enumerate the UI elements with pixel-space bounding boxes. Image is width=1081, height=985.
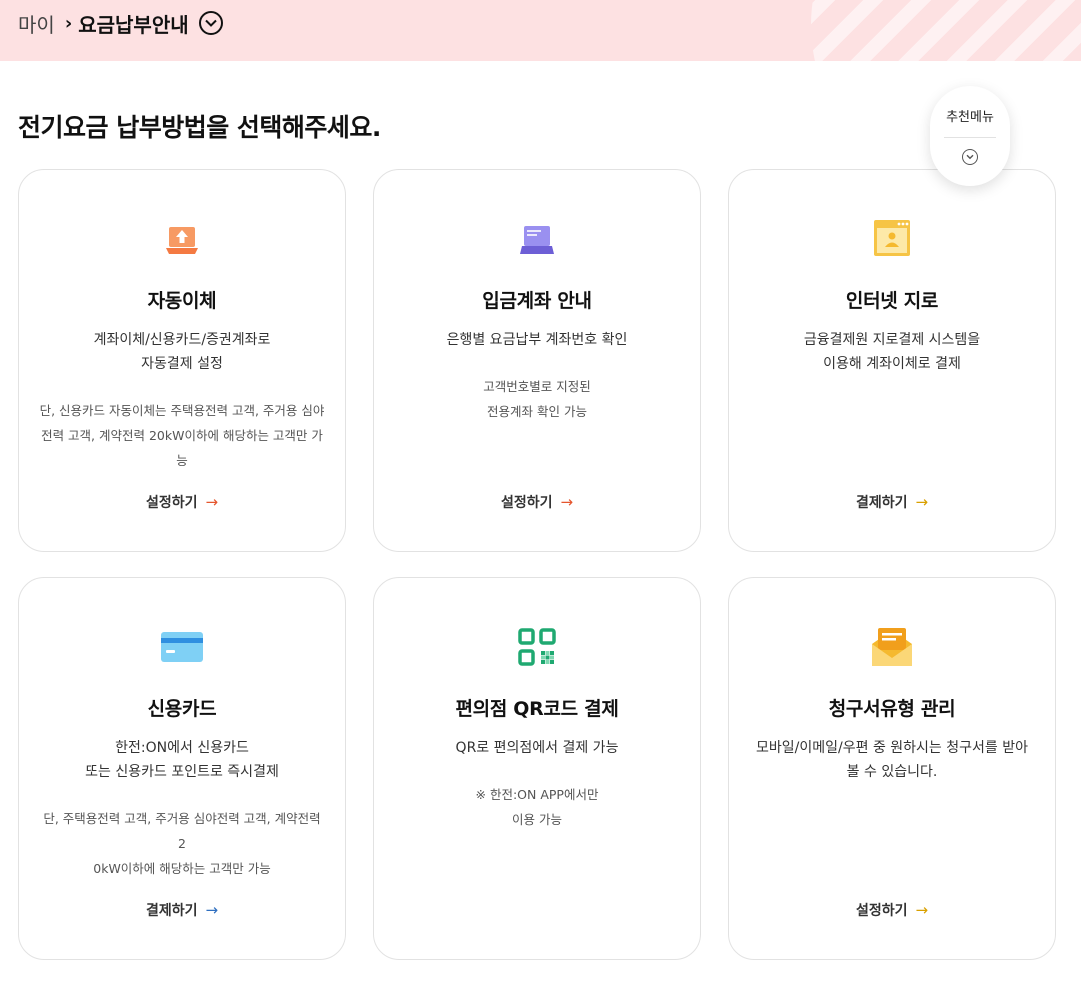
card-title: 신용카드 — [147, 698, 217, 720]
description-line: 볼 수 있습니다. — [846, 764, 938, 780]
description-line: 자동결제 설정 — [141, 356, 223, 372]
divider — [944, 137, 996, 138]
note-line: 능 — [176, 453, 188, 468]
note-line: ※ 한전:ON APP에서만 — [475, 787, 599, 802]
chevron-down-icon — [204, 19, 217, 27]
setup-link[interactable]: 설정하기 → — [374, 492, 700, 512]
arrow-right-icon: → — [205, 493, 219, 511]
card-title: 청구서유형 관리 — [828, 698, 956, 720]
payment-card-bill-type: 청구서유형 관리 모바일/이메일/우편 중 원하시는 청구서를 받아 볼 수 있… — [728, 577, 1056, 960]
card-description: 금융결제원 지로결제 시스템을 이용해 계좌이체로 결제 — [749, 328, 1035, 376]
breadcrumb-current: 요금납부안내 — [78, 12, 189, 37]
note-line: 단, 신용카드 자동이체는 주택용전력 고객, 주거용 심야 — [39, 403, 325, 418]
card-description: 모바일/이메일/우편 중 원하시는 청구서를 받아 볼 수 있습니다. — [749, 736, 1035, 784]
upload-laptop-icon — [19, 218, 345, 260]
card-description: QR로 편의점에서 결제 가능 — [394, 736, 680, 760]
description-line: 계좌이체/신용카드/증권계좌로 — [93, 332, 271, 348]
payment-card-auto-transfer: 자동이체 계좌이체/신용카드/증권계좌로 자동결제 설정 단, 신용카드 자동이… — [18, 169, 346, 552]
breadcrumb: 마이 › 요금납부안내 — [18, 8, 223, 38]
description-line: 또는 신용카드 포인트로 즉시결제 — [85, 764, 279, 780]
card-title: 편의점 QR코드 결제 — [455, 698, 619, 720]
mail-envelope-icon — [729, 626, 1055, 668]
card-note: ※ 한전:ON APP에서만 이용 가능 — [394, 782, 680, 832]
pay-link[interactable]: 결제하기 → — [19, 900, 345, 920]
payment-card-deposit-account: 입금계좌 안내 은행별 요금납부 계좌번호 확인 고객번호별로 지정된 전용계좌… — [373, 169, 701, 552]
card-description: 계좌이체/신용카드/증권계좌로 자동결제 설정 — [39, 328, 325, 376]
arrow-right-icon: → — [915, 901, 929, 919]
top-banner: 마이 › 요금납부안내 — [0, 0, 1081, 61]
action-label: 설정하기 — [145, 495, 198, 511]
payment-card-qr-convenience: 편의점 QR코드 결제 QR로 편의점에서 결제 가능 ※ 한전:ON APP에… — [373, 577, 701, 960]
description-line: 모바일/이메일/우편 중 원하시는 청구서를 받아 — [756, 740, 1028, 756]
card-title: 입금계좌 안내 — [482, 290, 592, 312]
card-description: 은행별 요금납부 계좌번호 확인 — [394, 328, 680, 352]
banner-decoration — [811, 0, 1081, 61]
qr-code-icon — [374, 626, 700, 668]
description-line: 이용해 계좌이체로 결제 — [823, 356, 961, 372]
note-line: 전력 고객, 계약전력 20kW이하에 해당하는 고객만 가 — [41, 428, 323, 443]
arrow-right-icon: → — [915, 493, 929, 511]
card-note: 단, 주택용전력 고객, 주거용 심야전력 고객, 계약전력 2 0kW이하에 … — [39, 806, 325, 881]
page-title: 전기요금 납부방법을 선택해주세요. — [18, 113, 381, 142]
payment-card-credit-card: 신용카드 한전:ON에서 신용카드 또는 신용카드 포인트로 즉시결제 단, 주… — [18, 577, 346, 960]
pay-link[interactable]: 결제하기 → — [729, 492, 1055, 512]
note-line: 0kW이하에 해당하는 고객만 가능 — [93, 861, 271, 876]
laptop-icon — [374, 218, 700, 260]
credit-card-icon — [19, 626, 345, 668]
description-line: 은행별 요금납부 계좌번호 확인 — [446, 332, 628, 348]
description-line: 금융결제원 지로결제 시스템을 — [803, 332, 981, 348]
description-line: QR로 편의점에서 결제 가능 — [455, 740, 619, 756]
card-description: 한전:ON에서 신용카드 또는 신용카드 포인트로 즉시결제 — [39, 736, 325, 784]
payment-card-internet-giro: 인터넷 지로 금융결제원 지로결제 시스템을 이용해 계좌이체로 결제 결제하기… — [728, 169, 1056, 552]
recommend-menu-label: 추천메뉴 — [946, 110, 994, 125]
setup-link[interactable]: 설정하기 → — [19, 492, 345, 512]
description-line: 한전:ON에서 신용카드 — [115, 740, 249, 756]
action-label: 결제하기 — [145, 903, 198, 919]
arrow-right-icon: → — [560, 493, 574, 511]
card-note: 고객번호별로 지정된 전용계좌 확인 가능 — [394, 374, 680, 424]
setup-link[interactable]: 설정하기 → — [729, 900, 1055, 920]
card-title: 자동이체 — [147, 290, 217, 312]
chevron-down-icon — [962, 149, 978, 165]
note-line: 단, 주택용전력 고객, 주거용 심야전력 고객, 계약전력 2 — [43, 811, 321, 851]
breadcrumb-dropdown-button[interactable] — [198, 11, 223, 35]
action-label: 결제하기 — [855, 495, 908, 511]
breadcrumb-home[interactable]: 마이 — [18, 9, 55, 38]
chevron-right-icon: › — [64, 12, 73, 34]
note-line: 이용 가능 — [512, 812, 562, 827]
note-line: 고객번호별로 지정된 — [483, 379, 591, 394]
note-line: 전용계좌 확인 가능 — [487, 404, 587, 419]
arrow-right-icon: → — [205, 901, 219, 919]
action-label: 설정하기 — [500, 495, 553, 511]
card-title: 인터넷 지로 — [845, 290, 939, 312]
web-document-icon — [729, 218, 1055, 260]
action-label: 설정하기 — [855, 903, 908, 919]
recommend-menu-button[interactable]: 추천메뉴 — [930, 86, 1010, 186]
card-note: 단, 신용카드 자동이체는 주택용전력 고객, 주거용 심야 전력 고객, 계약… — [39, 398, 325, 473]
